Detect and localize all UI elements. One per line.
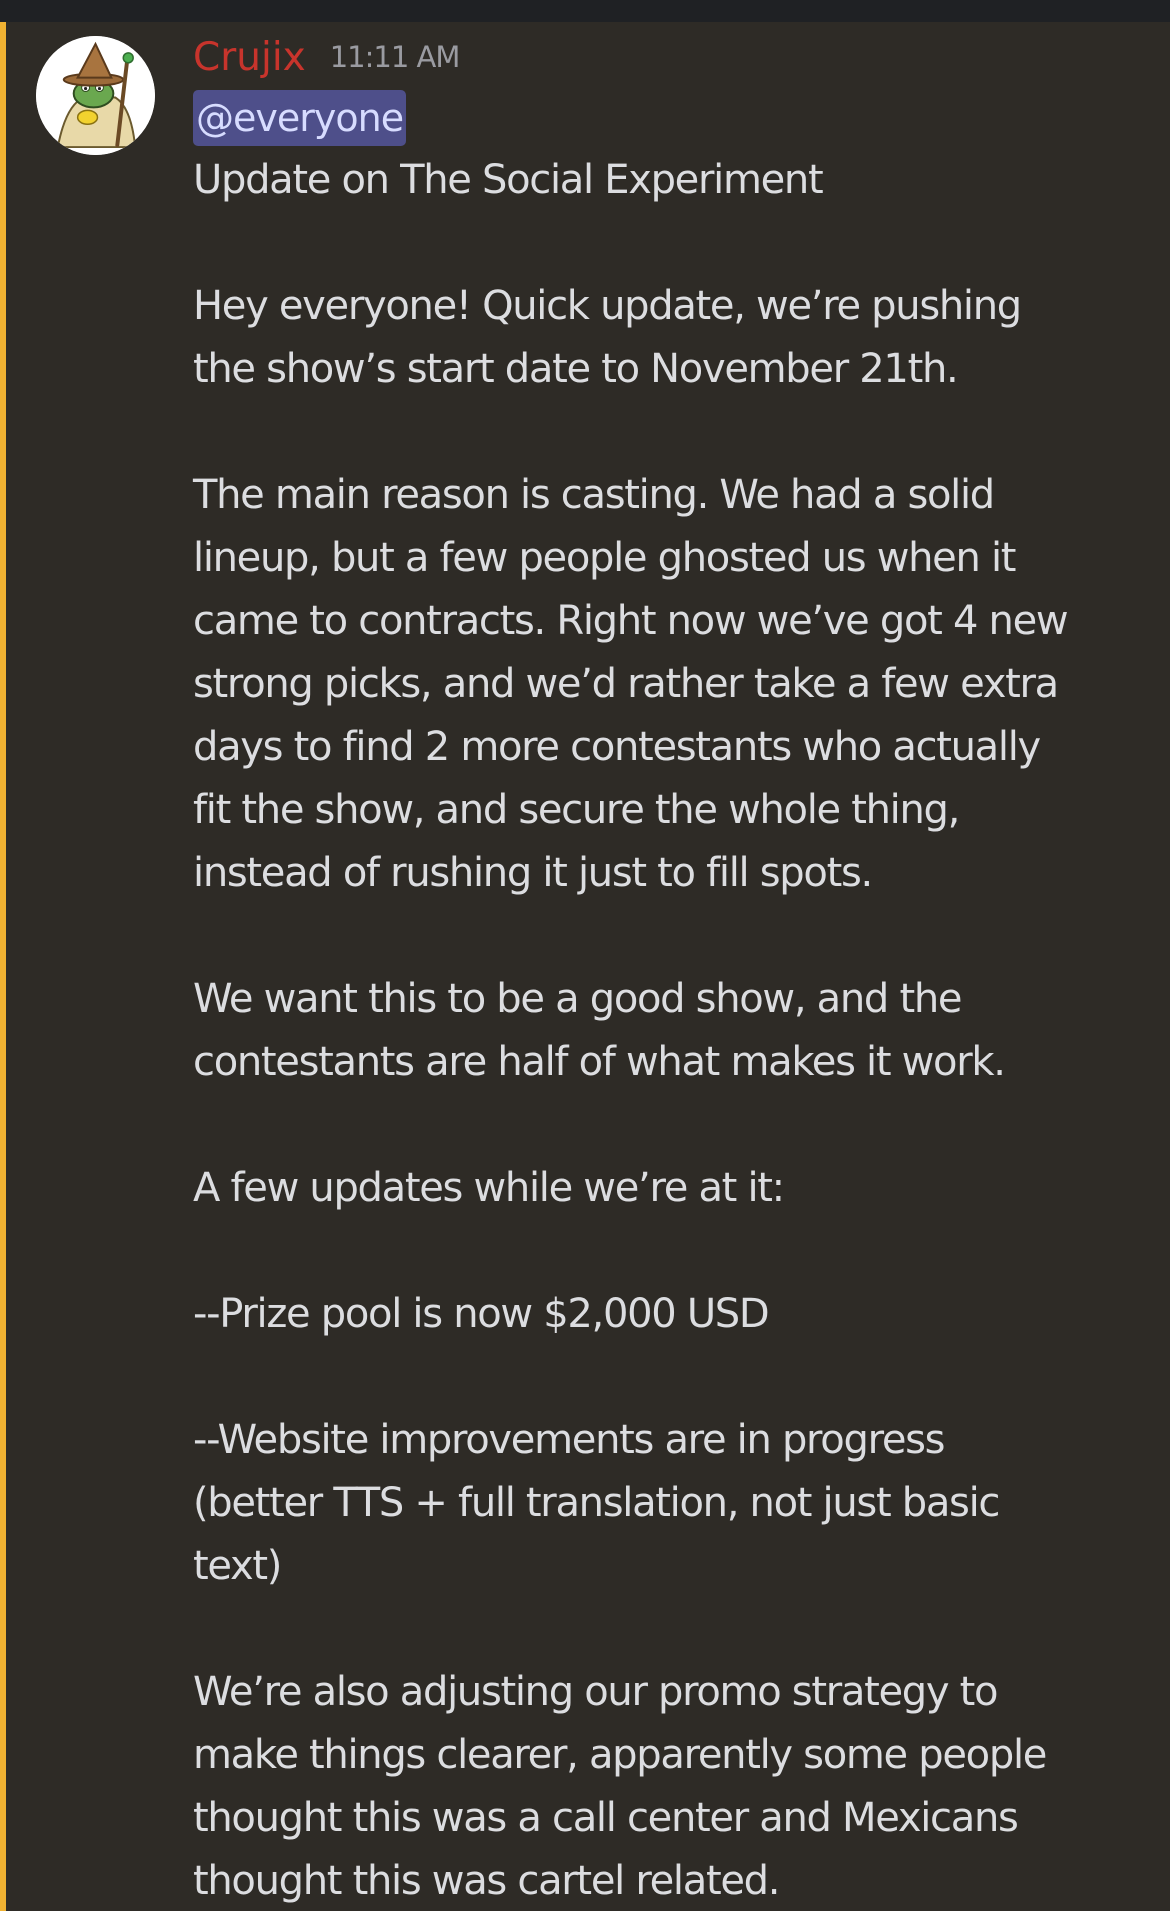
message-line: text) xyxy=(193,1543,282,1589)
message-line: We want this to be a good show, and the xyxy=(193,976,962,1022)
message-line: fit the show, and secure the whole thing… xyxy=(193,787,960,833)
message-line: came to contracts. Right now we’ve got 4… xyxy=(193,598,1069,644)
timestamp: 11:11 AM xyxy=(329,40,461,74)
wizard-frog-avatar-icon[interactable] xyxy=(36,36,155,155)
message-line: lineup, but a few people ghosted us when… xyxy=(193,535,1016,581)
message-paragraph: --Website improvements are in progress (b… xyxy=(193,1409,1153,1598)
mention-highlight-bar xyxy=(0,22,6,1911)
message-line: A few updates while we’re at it: xyxy=(193,1165,785,1211)
message-line: contestants are half of what makes it wo… xyxy=(193,1039,1006,1085)
message-title-line: Update on The Social Experiment xyxy=(193,157,824,203)
chat-view: Crujix 11:11 AM @everyone Update on The … xyxy=(0,0,1170,1911)
message-line: make things clearer, apparently some peo… xyxy=(193,1732,1047,1778)
author-name[interactable]: Crujix xyxy=(193,35,306,80)
message-paragraph: A few updates while we’re at it: xyxy=(193,1157,1153,1220)
top-bar xyxy=(0,0,1170,22)
message-line: --Prize pool is now $2,000 USD xyxy=(193,1291,770,1337)
message-line: Hey everyone! Quick update, we’re pushin… xyxy=(193,283,1022,329)
message-line: thought this was a call center and Mexic… xyxy=(193,1795,1019,1841)
message-line: We’re also adjusting our promo strategy … xyxy=(193,1669,999,1715)
message-line: thought this was cartel related. xyxy=(193,1858,780,1904)
message-paragraph: Hey everyone! Quick update, we’re pushin… xyxy=(193,275,1153,401)
message-line: The main reason is casting. We had a sol… xyxy=(193,472,995,518)
message-line: the show’s start date to November 21th. xyxy=(193,346,959,392)
message-line: (better TTS + full translation, not just… xyxy=(193,1480,1000,1526)
message-line: strong picks, and we’d rather take a few… xyxy=(193,661,1059,707)
message-paragraph: The main reason is casting. We had a sol… xyxy=(193,464,1153,905)
message-paragraph: --Prize pool is now $2,000 USD xyxy=(193,1283,1153,1346)
message-header: Crujix 11:11 AM xyxy=(193,28,1153,86)
mention-row: @everyone xyxy=(193,86,1153,149)
message-line: --Website improvements are in progress xyxy=(193,1417,946,1463)
message-line: instead of rushing it just to fill spots… xyxy=(193,850,873,896)
message-line: days to find 2 more contestants who actu… xyxy=(193,724,1041,770)
message-title: Update on The Social Experiment xyxy=(193,149,1153,212)
everyone-mention[interactable]: @everyone xyxy=(193,89,407,146)
message: Crujix 11:11 AM @everyone Update on The … xyxy=(193,28,1153,1911)
message-paragraph: We want this to be a good show, and the c… xyxy=(193,968,1153,1094)
message-paragraph: We’re also adjusting our promo strategy … xyxy=(193,1661,1153,1911)
message-body: Hey everyone! Quick update, we’re pushin… xyxy=(193,212,1153,1911)
